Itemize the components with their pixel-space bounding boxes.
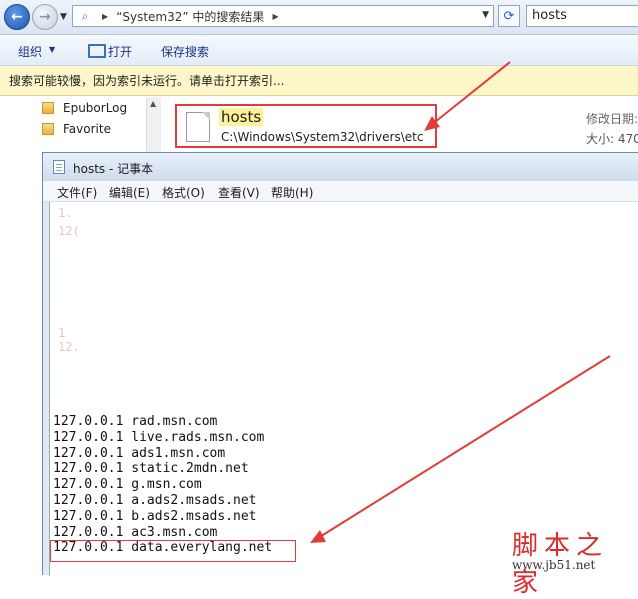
open-window-icon[interactable] bbox=[88, 44, 106, 58]
menu-bar: 文件(F) 编辑(E) 格式(O) 查看(V) 帮助(H) bbox=[43, 181, 638, 202]
address-bar: ← → ▼ ⌕ ▶ “System32” 中的搜索结果 ▶ ▼ ⟳ hosts bbox=[0, 0, 638, 35]
hosts-content[interactable]: 127.0.0.1 rad.msn.com 127.0.0.1 live.rad… bbox=[53, 414, 272, 556]
breadcrumb-chevron-icon[interactable]: ▶ bbox=[102, 12, 108, 21]
title-bar[interactable]: hosts - 记事本 bbox=[43, 153, 638, 181]
hosts-line: 127.0.0.1 a.ads2.msads.net bbox=[53, 492, 257, 508]
navigation-pane: EpuborLog Favorite bbox=[0, 97, 160, 157]
text-editor[interactable]: 1. 12( 1 12. 127.0.0.1 rad.msn.com 127.0… bbox=[49, 202, 638, 576]
hosts-line: 127.0.0.1 live.rads.msn.com bbox=[53, 429, 265, 445]
breadcrumb-chevron-icon[interactable]: ▶ bbox=[272, 12, 278, 21]
folder-icon bbox=[42, 123, 54, 135]
recent-pages-chevron-icon[interactable]: ▼ bbox=[60, 12, 67, 22]
save-search-button[interactable]: 保存搜索 bbox=[161, 43, 209, 60]
hosts-line: 127.0.0.1 rad.msn.com bbox=[53, 414, 218, 429]
menu-help[interactable]: 帮助(H) bbox=[271, 184, 313, 201]
hosts-line: 127.0.0.1 b.ads2.msads.net bbox=[53, 508, 257, 524]
folder-icon bbox=[42, 102, 54, 114]
index-info-bar[interactable]: 搜索可能较慢，因为索引未运行。请单击打开索引... bbox=[0, 66, 638, 96]
faded-text: 1. bbox=[58, 206, 73, 220]
scroll-up-icon[interactable]: ▲ bbox=[150, 99, 156, 108]
watermark-url: www.jb51.net bbox=[512, 558, 596, 572]
breadcrumb[interactable]: ⌕ ▶ “System32” 中的搜索结果 ▶ ▼ bbox=[72, 5, 494, 27]
hosts-line: 127.0.0.1 ads1.msn.com bbox=[53, 445, 226, 461]
forward-arrow-icon[interactable]: → bbox=[32, 4, 58, 30]
nav-scrollbar[interactable]: ▲ bbox=[146, 97, 161, 157]
menu-edit[interactable]: 编辑(E) bbox=[109, 184, 150, 201]
command-bar: 组织 ▼ 打开 保存搜索 bbox=[0, 35, 638, 66]
faded-text: 1 bbox=[58, 326, 66, 340]
hosts-line: 127.0.0.1 g.msn.com bbox=[53, 477, 202, 493]
open-button[interactable]: 打开 bbox=[108, 43, 132, 60]
annotation-box bbox=[50, 540, 296, 562]
search-result-item[interactable]: hosts C:\Windows\System32\drivers\etc bbox=[175, 104, 437, 148]
menu-file[interactable]: 文件(F) bbox=[57, 184, 97, 201]
faded-text: 12. bbox=[58, 340, 80, 354]
back-arrow-icon[interactable]: ← bbox=[4, 4, 30, 30]
sidebar-item-label: Favorite bbox=[63, 122, 111, 136]
file-icon bbox=[186, 112, 210, 142]
organize-button[interactable]: 组织 bbox=[18, 43, 42, 60]
notepad-icon bbox=[53, 160, 65, 174]
search-input[interactable]: hosts bbox=[526, 5, 638, 27]
refresh-icon[interactable]: ⟳ bbox=[498, 5, 520, 27]
sidebar-item-favorite[interactable]: Favorite bbox=[42, 119, 111, 139]
faded-text: 12( bbox=[58, 224, 80, 238]
result-date-label: 修改日期: bbox=[586, 112, 638, 126]
address-dropdown-icon[interactable]: ▼ bbox=[482, 10, 489, 20]
sidebar-item-epuborlog[interactable]: EpuborLog bbox=[42, 98, 127, 118]
sidebar-item-label: EpuborLog bbox=[63, 101, 128, 115]
hosts-line: 127.0.0.1 ac3.msn.com bbox=[53, 524, 218, 540]
result-file-path: C:\Windows\System32\drivers\etc bbox=[221, 130, 424, 144]
menu-format[interactable]: 格式(O) bbox=[162, 184, 205, 201]
menu-view[interactable]: 查看(V) bbox=[218, 184, 260, 201]
breadcrumb-location[interactable]: “System32” 中的搜索结果 bbox=[116, 8, 264, 25]
window-title: hosts - 记事本 bbox=[73, 162, 154, 176]
notepad-window: hosts - 记事本 文件(F) 编辑(E) 格式(O) 查看(V) 帮助(H… bbox=[42, 152, 638, 576]
chevron-down-icon[interactable]: ▼ bbox=[49, 45, 55, 54]
result-file-name: hosts bbox=[219, 108, 264, 126]
search-icon: ⌕ bbox=[81, 8, 89, 23]
hosts-line: 127.0.0.1 static.2mdn.net bbox=[53, 461, 249, 477]
site-watermark: 脚本之家 www.jb51.net bbox=[508, 525, 636, 598]
result-size-label: 大小: 470 bbox=[586, 132, 638, 146]
